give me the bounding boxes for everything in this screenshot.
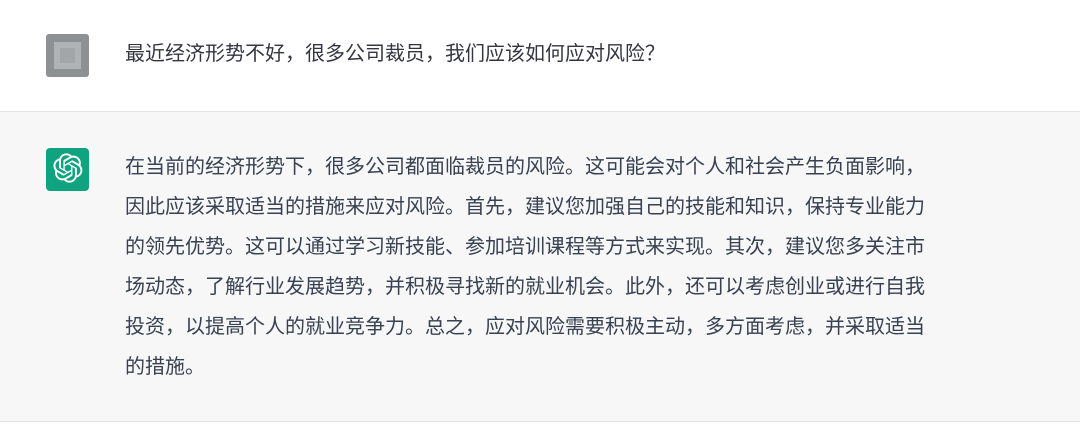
assistant-message-text: 在当前的经济形势下，很多公司都面临裁员的风险。这可能会对个人和社会产生负面影响，…	[125, 146, 1060, 386]
assistant-text-line: 的措施。	[125, 354, 205, 378]
assistant-message-row: 在当前的经济形势下，很多公司都面临裁员的风险。这可能会对个人和社会产生负面影响，…	[0, 112, 1080, 422]
user-message-row: 最近经济形势不好，很多公司裁员，我们应该如何应对风险？	[0, 0, 1080, 112]
avatar-blur-center	[60, 48, 75, 63]
assistant-text-line: 在当前的经济形势下，很多公司都面临裁员的风险。这可能会对个人和社会产生负面影响，	[125, 154, 925, 178]
chat-conversation: 最近经济形势不好，很多公司裁员，我们应该如何应对风险？ 在当前的经济形势下，很多…	[0, 0, 1080, 425]
assistant-text-line: 场动态，了解行业发展趋势，并积极寻找新的就业机会。此外，还可以考虑创业或进行自我	[125, 274, 925, 298]
user-message-text: 最近经济形势不好，很多公司裁员，我们应该如何应对风险？	[125, 41, 665, 65]
user-avatar	[46, 34, 89, 77]
assistant-avatar	[46, 148, 89, 191]
assistant-text-line: 投资，以提高个人的就业竞争力。总之，应对风险需要积极主动，多方面考虑，并采取适当	[125, 314, 925, 338]
openai-logo-icon	[52, 152, 83, 187]
assistant-text-line: 因此应该采取适当的措施来应对风险。首先，建议您加强自己的技能和知识，保持专业能力	[125, 194, 925, 218]
assistant-text-line: 的领先优势。这可以通过学习新技能、参加培训课程等方式来实现。其次，建议您多关注市	[125, 234, 925, 258]
